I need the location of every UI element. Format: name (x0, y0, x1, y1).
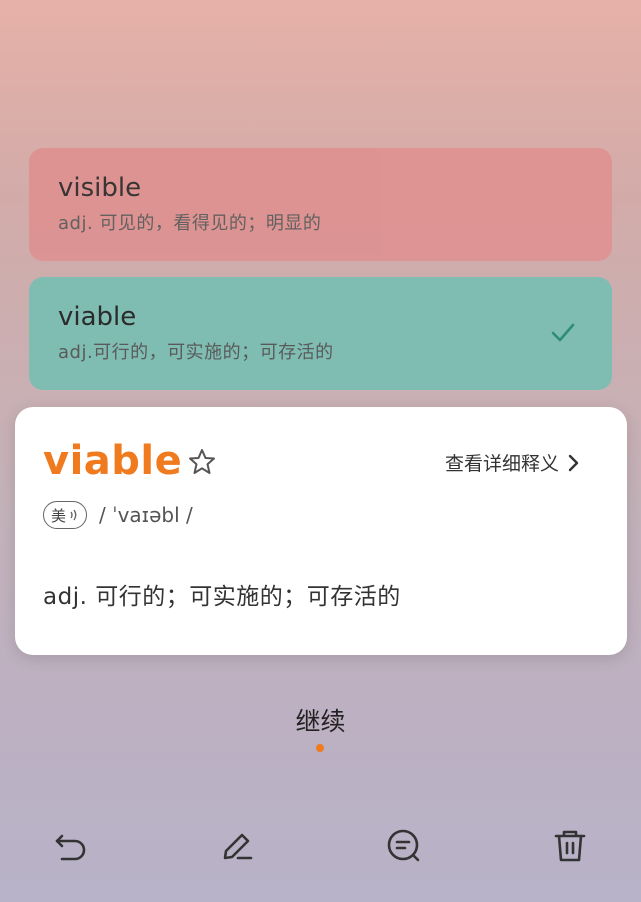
card-word: viable (43, 438, 183, 484)
view-details-link[interactable]: 查看详细释义 (445, 449, 581, 476)
card-meaning: adj. 可行的；可实施的；可存活的 (43, 584, 401, 610)
view-details-label: 查看详细释义 (444, 453, 559, 475)
option-definition: adj. 可见的，看得见的；明显的 (58, 213, 322, 234)
continue-button[interactable]: 继续 (0, 702, 641, 738)
pronunciation-button[interactable]: 美 (43, 501, 87, 529)
pronunciation-row: 美 / ˈvaɪəbl / (43, 501, 193, 529)
chevron-right-icon (568, 454, 579, 471)
star-icon[interactable] (187, 447, 217, 477)
phonetic-text: / ˈvaɪəbl / (99, 503, 193, 527)
progress-dot (316, 744, 324, 752)
checkmark-icon (551, 323, 575, 342)
region-label: 美 (50, 506, 66, 525)
trash-icon[interactable] (550, 826, 590, 866)
option-viable[interactable]: viable adj.可行的，可实施的；可存活的 (29, 277, 612, 390)
option-word: visible (58, 173, 142, 203)
option-definition: adj.可行的，可实施的；可存活的 (58, 342, 334, 363)
option-visible[interactable]: visible adj. 可见的，看得见的；明显的 (29, 148, 612, 261)
undo-icon[interactable] (51, 826, 91, 866)
edit-icon[interactable] (217, 826, 257, 866)
word-detail-card: viable 查看详细释义 美 / ˈvaɪəbl / adj. 可行的；可实施… (15, 407, 627, 655)
speaker-icon (70, 509, 77, 521)
comment-icon[interactable] (384, 826, 424, 866)
option-word: viable (58, 302, 137, 332)
